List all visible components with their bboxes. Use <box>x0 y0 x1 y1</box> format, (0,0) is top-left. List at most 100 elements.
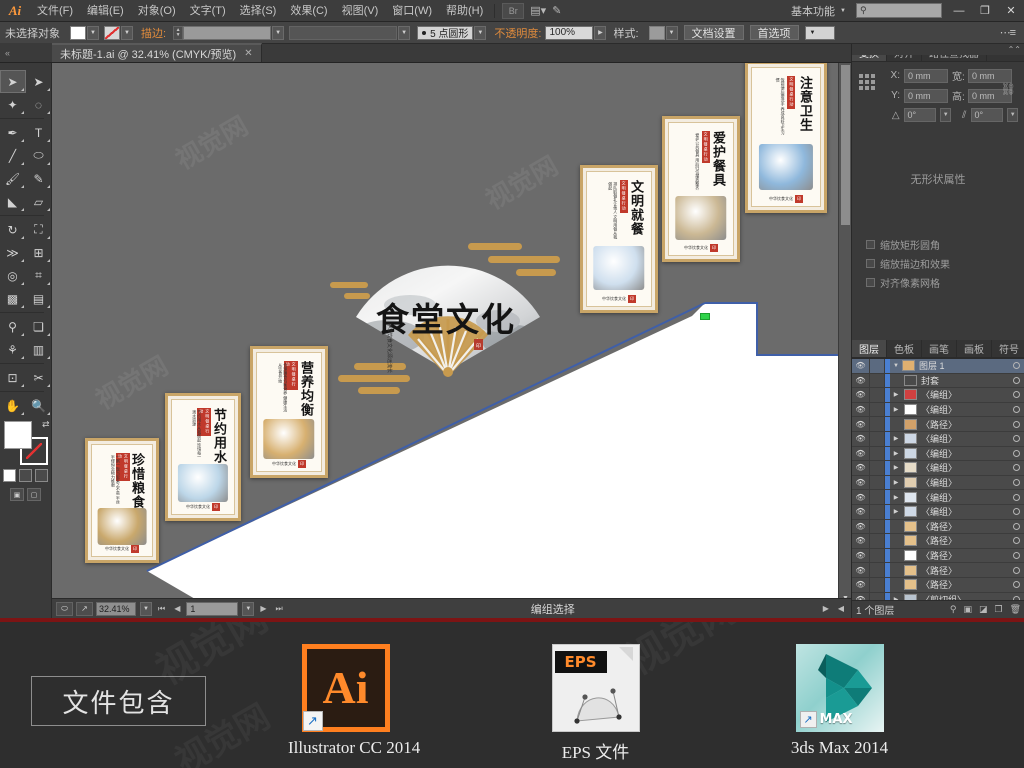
lock-toggle[interactable] <box>870 431 885 446</box>
eye-icon[interactable]: 👁 <box>852 359 870 373</box>
y-input[interactable]: 0 mm <box>904 88 948 103</box>
style-dropdown-icon[interactable]: ▼ <box>665 25 678 40</box>
lock-toggle[interactable] <box>870 475 885 490</box>
mesh-tool[interactable]: ▩ <box>0 287 26 310</box>
banner-panel[interactable]: 珍惜粮食 文明餐桌行动 一粥一饭当思来之不易 半丝半缕恒念物力维艰 中华饮食文化印 <box>85 438 159 563</box>
lock-toggle[interactable] <box>870 504 885 519</box>
eye-icon[interactable]: 👁 <box>852 577 870 592</box>
gradient-tool[interactable]: ▤ <box>26 287 52 310</box>
stroke-profile-field[interactable] <box>289 25 398 40</box>
target-indicator[interactable] <box>1007 420 1024 428</box>
status-resize-icon[interactable]: ◀ <box>835 604 847 613</box>
target-indicator[interactable] <box>1007 464 1024 472</box>
lock-toggle[interactable] <box>870 446 885 461</box>
ellipse-tool[interactable]: ⬭ <box>26 144 52 167</box>
free-transform-tool[interactable]: ⊞ <box>26 241 52 264</box>
direct-selection-tool[interactable]: ➤ <box>26 70 52 93</box>
lock-toggle[interactable] <box>870 548 885 563</box>
eye-icon[interactable]: 👁 <box>852 490 870 504</box>
banner-panel[interactable]: 营养均衡 文明餐桌行动 合理膳食均衡营养 健康生活从饮食开始 中华饮食文化印 <box>250 346 328 478</box>
zoom-tool[interactable]: 🔍 <box>26 394 52 417</box>
reference-point-selector[interactable] <box>859 74 875 90</box>
chevron-right-icon[interactable]: ▶ <box>890 447 902 461</box>
document-canvas[interactable]: 食堂文化 中华饮食文化源远流长 印 珍惜粮食 文明餐桌行动 一粥一饭当思来之不易 半… <box>52 63 851 618</box>
vertical-scroll-thumb[interactable] <box>841 65 850 225</box>
align-dropdown[interactable]: ▼ <box>804 25 835 40</box>
lock-toggle[interactable] <box>870 563 885 577</box>
banner-panel[interactable]: 节约用水 文明餐桌行动 节约用水从我做起 珍惜每一滴水资源 中华饮食文化印 <box>165 393 241 521</box>
paintbrush-tool[interactable]: 🖌 <box>0 167 26 190</box>
lock-toggle[interactable] <box>870 417 885 431</box>
first-artboard-icon[interactable]: ⏮ <box>155 604 168 614</box>
eye-icon[interactable]: 👁 <box>852 373 870 388</box>
chevron-right-icon[interactable]: ▶ <box>890 476 902 490</box>
eye-icon[interactable]: 👁 <box>852 417 870 431</box>
rotate-input[interactable]: 0° <box>903 108 937 122</box>
layer-row[interactable]: 👁 ▼ 图层 1 <box>852 359 1024 374</box>
tab-图层[interactable]: 图层 <box>852 340 887 357</box>
checkbox-icon[interactable] <box>866 259 875 268</box>
layer-row[interactable]: 👁 ▶ 〈编组〉 <box>852 402 1024 418</box>
zoom-dropdown-icon[interactable]: ▼ <box>140 601 152 616</box>
target-indicator[interactable] <box>1007 376 1024 384</box>
drawing-mode-icon[interactable]: ▣ <box>10 488 24 501</box>
brush-definition-select[interactable]: 5 点圆形 <box>417 25 474 40</box>
eye-icon[interactable]: 👁 <box>852 446 870 461</box>
stroke-color-swatch[interactable] <box>104 25 120 40</box>
eraser-tool[interactable]: ▱ <box>26 190 52 213</box>
checkbox-icon[interactable] <box>866 240 875 249</box>
width-input[interactable]: 0 mm <box>968 68 1012 83</box>
type-tool[interactable]: T <box>26 121 52 144</box>
selection-marker[interactable] <box>700 313 710 320</box>
preferences-button[interactable]: 首选项 <box>749 25 799 40</box>
gradient-button[interactable] <box>19 469 32 482</box>
eyedropper-tool[interactable]: ⚲ <box>0 315 26 338</box>
blob-brush-tool[interactable]: ◣ <box>0 190 26 213</box>
status-menu-icon[interactable]: ▶ <box>820 604 832 613</box>
chevron-right-icon[interactable]: ▶ <box>890 505 902 519</box>
lock-toggle[interactable] <box>870 534 885 548</box>
eye-icon[interactable]: 👁 <box>852 534 870 548</box>
banner-panel[interactable]: 爱护餐具 文明餐桌行动 爱护公共餐具 用后归位摆放整齐 中华饮食文化印 <box>662 116 740 262</box>
selection-tool[interactable]: ➤ <box>0 70 26 93</box>
chevron-right-icon[interactable]: ▶ <box>890 388 902 402</box>
shear-input[interactable]: 0° <box>970 108 1004 122</box>
graphic-style-swatch[interactable] <box>648 25 665 40</box>
new-layer-icon[interactable]: ❐ <box>994 604 1002 615</box>
menu-window[interactable]: 窗口(W) <box>385 0 439 22</box>
target-indicator[interactable] <box>1007 435 1024 443</box>
rotate-tool[interactable]: ↻ <box>0 218 26 241</box>
slice-tool[interactable]: ✂ <box>26 366 52 389</box>
none-button[interactable] <box>35 469 48 482</box>
restore-button[interactable]: ❐ <box>972 0 998 22</box>
column-graph-tool[interactable]: ▥ <box>26 338 52 361</box>
lock-toggle[interactable] <box>870 461 885 475</box>
document-setup-button[interactable]: 文档设置 <box>683 25 744 40</box>
stock-icon[interactable]: ✎ <box>552 4 561 17</box>
target-indicator[interactable] <box>1007 406 1024 414</box>
lock-toggle[interactable] <box>870 577 885 592</box>
chevron-right-icon[interactable]: ▶ <box>890 403 902 417</box>
eye-icon[interactable]: 👁 <box>852 402 870 417</box>
share-icon[interactable]: ↗ <box>76 601 93 616</box>
screen-mode-icon[interactable]: ▢ <box>27 488 41 501</box>
workspace-switcher[interactable]: 基本功能 ▼ <box>785 3 852 19</box>
perspective-grid-tool[interactable]: ⌗ <box>26 264 52 287</box>
next-artboard-icon[interactable]: ▶ <box>257 604 269 613</box>
target-indicator[interactable] <box>1007 493 1024 501</box>
control-panel-flyout-icon[interactable]: ⋯≡ <box>1000 26 1016 39</box>
locate-object-icon[interactable]: ⚲ <box>950 604 957 615</box>
prev-artboard-icon[interactable]: ◀ <box>171 604 183 613</box>
zoom-level-field[interactable]: 32.41% <box>96 601 136 616</box>
menu-edit[interactable]: 编辑(E) <box>80 0 131 22</box>
stroke-dropdown-icon[interactable]: ▼ <box>121 25 133 40</box>
artboard-dropdown-icon[interactable]: ▼ <box>242 601 255 616</box>
checkbox-row[interactable]: 对齐像素网格 <box>858 273 1018 292</box>
cloud-sync-icon[interactable]: ⬭ <box>56 601 73 616</box>
width-tool[interactable]: ≫ <box>0 241 26 264</box>
layer-row[interactable]: 👁 ▶ 〈编组〉 <box>852 431 1024 447</box>
stroke-weight-field[interactable] <box>183 25 272 40</box>
hand-tool[interactable]: ✋ <box>0 394 26 417</box>
tab-画笔[interactable]: 画笔 <box>922 340 957 357</box>
tab-画板[interactable]: 画板 <box>957 340 992 357</box>
